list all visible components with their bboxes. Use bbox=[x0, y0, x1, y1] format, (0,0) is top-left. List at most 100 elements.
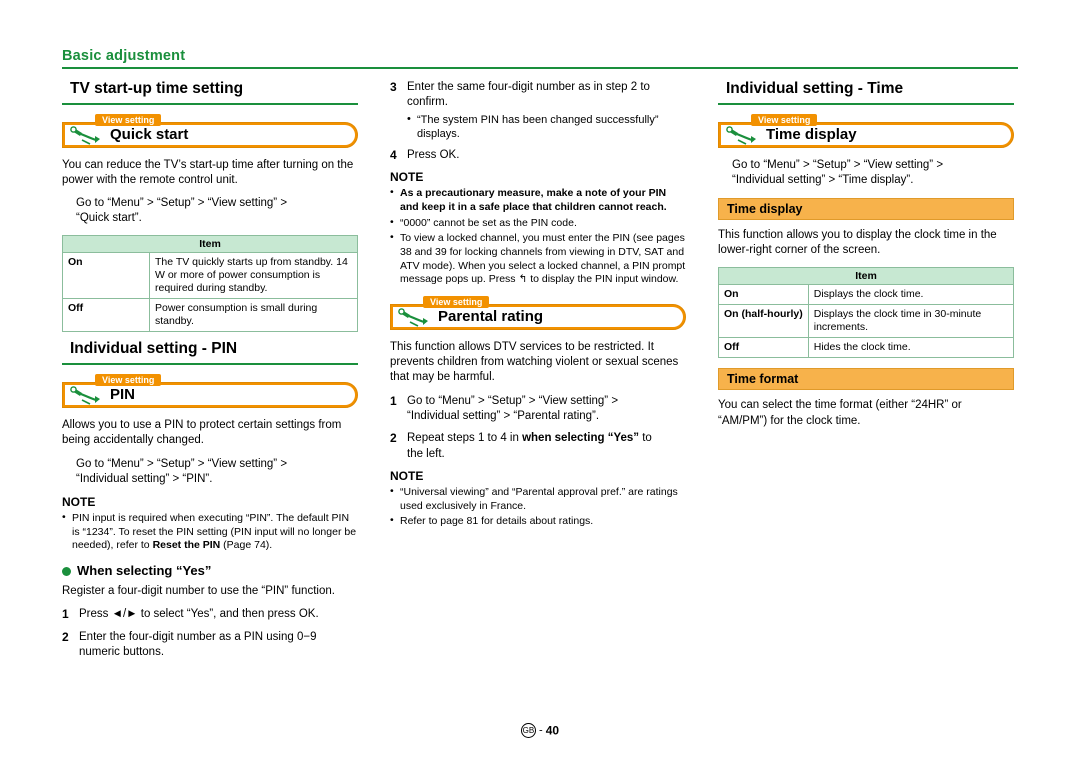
wrench-icon bbox=[70, 386, 100, 405]
footer-separator: - bbox=[538, 724, 543, 737]
banner-text-parental-rating: Parental rating bbox=[438, 307, 544, 325]
banner-inner bbox=[65, 384, 355, 405]
menu-path-line2: “Individual setting” > “PIN”. bbox=[76, 472, 213, 485]
note-item: As a precautionary measure, make a note … bbox=[390, 186, 686, 214]
table-cell-label: On bbox=[62, 251, 150, 300]
banner-inner bbox=[65, 124, 355, 145]
table-cell-desc: Displays the clock time in 30-minute inc… bbox=[807, 303, 1015, 339]
table-cell-label: On (half-hourly) bbox=[718, 303, 809, 339]
view-setting-label: View setting bbox=[95, 113, 162, 126]
wrench-icon bbox=[726, 125, 756, 145]
note-heading: NOTE bbox=[390, 170, 424, 185]
view-setting-banner-pin: View setting PIN bbox=[62, 373, 358, 408]
page-footer: GB - 40 bbox=[0, 723, 1080, 738]
page-header: Basic adjustment bbox=[62, 48, 1018, 69]
step-number: 1 bbox=[390, 393, 397, 408]
table-header-item: Item bbox=[718, 266, 1014, 285]
menu-path-line1: Go to “Menu” > “Setup” > “View setting” … bbox=[732, 158, 944, 171]
heading-when-selecting-yes: When selecting “Yes” bbox=[62, 563, 358, 578]
step-text-line1: Repeat steps 1 to 4 in when selecting “Y… bbox=[407, 432, 652, 445]
table-row: On The TV quickly starts up from standby… bbox=[62, 251, 358, 300]
page-header-title: Basic adjustment bbox=[62, 48, 186, 64]
menu-path-time-display: Go to “Menu” > “Setup” > “View setting” … bbox=[732, 158, 1014, 189]
step-text-line2: the left. bbox=[407, 447, 445, 460]
banner-inner bbox=[721, 124, 1011, 145]
step-number: 1 bbox=[62, 607, 69, 622]
subheading-time-format: Time format bbox=[718, 368, 1014, 391]
table-row: On Displays the clock time. bbox=[718, 283, 1015, 305]
note-item: To view a locked channel, you must enter… bbox=[390, 231, 686, 287]
table-quick-start: Item On The TV quickly starts up from st… bbox=[62, 234, 358, 333]
menu-path-line2: “Quick start”. bbox=[76, 212, 142, 225]
wrench-icon bbox=[398, 308, 428, 327]
table-row: On (half-hourly) Displays the clock time… bbox=[718, 303, 1015, 339]
step-number: 4 bbox=[390, 148, 397, 163]
paragraph-time-format: You can select the time format (either “… bbox=[718, 399, 962, 427]
banner-text-quick-start: Quick start bbox=[110, 125, 189, 143]
table-header-row: Item bbox=[62, 234, 358, 253]
table-cell-label: Off bbox=[62, 298, 150, 333]
note-list-parental: “Universal viewing” and “Parental approv… bbox=[390, 485, 686, 529]
note-item-bold: As a precautionary measure, make a note … bbox=[400, 187, 667, 214]
step-parental-1: 1 Go to “Menu” > “Setup” > “View setting… bbox=[390, 394, 686, 425]
paragraph-register-pin: Register a four-digit number to use the … bbox=[62, 584, 335, 597]
step-text-line1: Go to “Menu” > “Setup” > “View setting” … bbox=[407, 394, 619, 407]
table-cell-label: On bbox=[718, 283, 809, 305]
note-item: PIN input is required when executing “PI… bbox=[62, 511, 358, 553]
menu-path-line1: Go to “Menu” > “Setup” > “View setting” … bbox=[76, 197, 288, 210]
table-cell-desc: Power consumption is small during standb… bbox=[149, 298, 358, 333]
section-title-individual-pin: Individual setting - PIN bbox=[62, 340, 358, 365]
menu-path-quick-start: Go to “Menu” > “Setup” > “View setting” … bbox=[76, 196, 358, 227]
wrench-icon bbox=[70, 125, 100, 145]
view-setting-label: View setting bbox=[423, 295, 490, 308]
note-bold-reset-pin: Reset the PIN bbox=[152, 539, 221, 552]
column-right: Individual setting - Time View setting T… bbox=[718, 80, 1015, 437]
step-parental-2: 2 Repeat steps 1 to 4 in when selecting … bbox=[390, 431, 686, 462]
menu-path-line1: Go to “Menu” > “Setup” > “View setting” … bbox=[76, 457, 288, 470]
note-heading: NOTE bbox=[62, 495, 96, 510]
table-cell-desc: Displays the clock time. bbox=[807, 283, 1015, 305]
paragraph-pin: Allows you to use a PIN to protect certa… bbox=[62, 418, 342, 447]
section-title-individual-time: Individual setting - Time bbox=[718, 80, 1014, 105]
note-heading: NOTE bbox=[390, 468, 424, 483]
table-header-item: Item bbox=[62, 234, 358, 253]
table-cell-label: Off bbox=[718, 337, 809, 359]
step-3: 3 Enter the same four-digit number as in… bbox=[390, 80, 686, 141]
page-header-rule bbox=[62, 67, 1018, 69]
view-setting-banner-parental-rating: View setting Parental rating bbox=[390, 295, 686, 330]
view-setting-banner-time-display: View setting Time display bbox=[718, 113, 1014, 148]
column-middle: 3 Enter the same four-digit number as in… bbox=[390, 80, 686, 537]
page-number: 40 bbox=[545, 723, 560, 738]
subheading-time-display: Time display bbox=[718, 198, 1014, 221]
step-number: 3 bbox=[390, 80, 397, 94]
column-left: TV start-up time setting View setting Qu… bbox=[62, 80, 358, 667]
step-text-line2: “Individual setting” > “Parental rating”… bbox=[407, 410, 600, 423]
paragraph-time-display: This function allows you to display the … bbox=[718, 229, 997, 257]
step-3-bullet: “The system PIN has been changed success… bbox=[407, 112, 686, 142]
step-text: Press OK. bbox=[407, 149, 460, 162]
table-header-row: Item bbox=[718, 266, 1014, 285]
view-setting-label: View setting bbox=[95, 373, 162, 386]
step-number: 2 bbox=[390, 431, 397, 446]
step-text: Enter the four-digit number as a PIN usi… bbox=[79, 630, 317, 658]
step-4: 4 Press OK. bbox=[390, 148, 686, 163]
step-text: Enter the same four-digit number as in s… bbox=[407, 81, 650, 109]
note-list-pin: PIN input is required when executing “PI… bbox=[62, 511, 358, 553]
paragraph-parental-rating: This function allows DTV services to be … bbox=[390, 340, 679, 384]
table-time-display: Item On Displays the clock time. On (hal… bbox=[718, 266, 1015, 359]
table-row: Off Hides the clock time. bbox=[718, 337, 1015, 359]
table-cell-desc: The TV quickly starts up from standby. 1… bbox=[149, 251, 358, 300]
table-row: Off Power consumption is small during st… bbox=[62, 298, 358, 333]
table-cell-desc: Hides the clock time. bbox=[807, 337, 1015, 359]
view-setting-label: View setting bbox=[751, 113, 818, 126]
document-page: Basic adjustment TV start-up time settin… bbox=[0, 0, 1080, 763]
step-2: 2 Enter the four-digit number as a PIN u… bbox=[62, 630, 358, 661]
note-item: Refer to page 81 for details about ratin… bbox=[390, 514, 686, 529]
view-setting-banner-quick-start: View setting Quick start bbox=[62, 113, 358, 148]
step-bold-when-selecting-yes: when selecting “Yes” bbox=[522, 432, 640, 445]
banner-text-time-display: Time display bbox=[766, 125, 857, 143]
step-1: 1 Press ◄/► to select “Yes”, and then pr… bbox=[62, 607, 358, 622]
section-title-tv-startup: TV start-up time setting bbox=[62, 80, 358, 105]
banner-text-pin: PIN bbox=[110, 385, 136, 403]
menu-path-pin: Go to “Menu” > “Setup” > “View setting” … bbox=[76, 457, 358, 488]
